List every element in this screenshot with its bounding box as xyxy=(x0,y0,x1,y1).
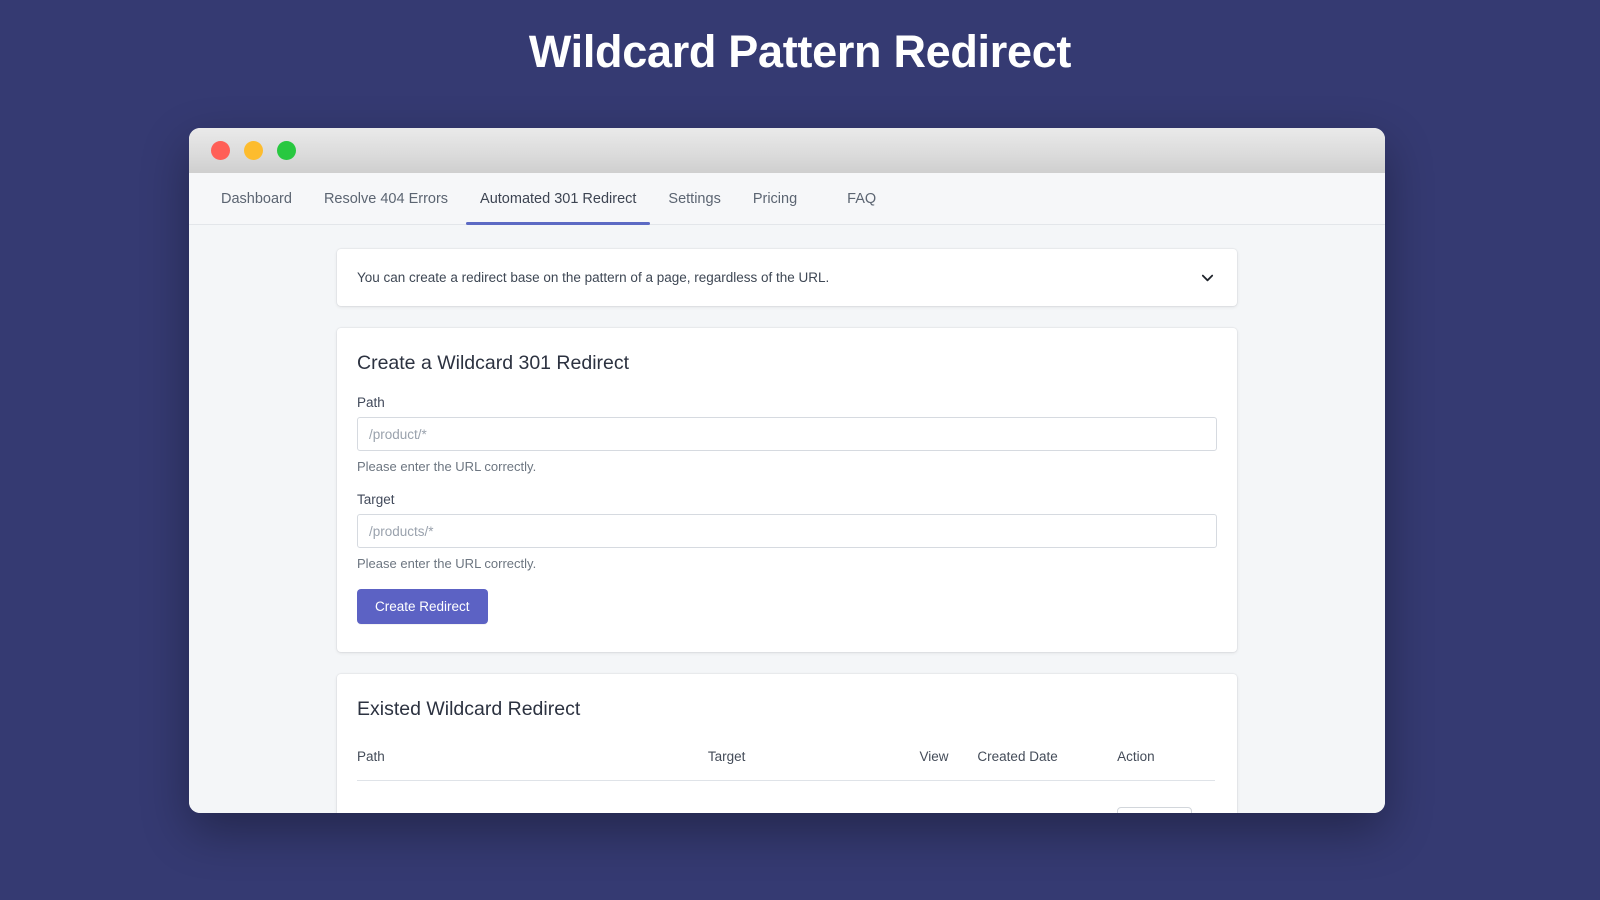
cell-path: /123/* xyxy=(357,781,708,814)
cell-view: 1 xyxy=(920,781,978,814)
tab-faq[interactable]: FAQ xyxy=(831,173,892,224)
info-banner-text: You can create a redirect base on the pa… xyxy=(357,270,830,285)
tab-resolve-404-errors[interactable]: Resolve 404 Errors xyxy=(308,173,464,224)
tab-label: Settings xyxy=(668,190,721,207)
column-header-view: View xyxy=(919,741,978,781)
create-redirect-card: Create a Wildcard 301 Redirect Path Plea… xyxy=(337,328,1237,652)
tab-pricing[interactable]: Pricing xyxy=(737,173,813,224)
delete-button[interactable]: Delete xyxy=(1117,807,1193,813)
chevron-down-icon[interactable] xyxy=(1200,270,1215,285)
column-header-path: Path xyxy=(357,741,708,781)
create-redirect-button[interactable]: Create Redirect xyxy=(357,589,488,624)
redirects-table: Path Target View Created Date Action /12… xyxy=(357,741,1215,813)
path-input[interactable] xyxy=(357,417,1217,451)
table-header-row: Path Target View Created Date Action xyxy=(357,741,1215,781)
maximize-window-button[interactable] xyxy=(277,141,296,160)
tab-label: Automated 301 Redirect xyxy=(480,190,637,207)
cell-target: https://www.baidu.com/ xyxy=(708,781,920,814)
existing-redirects-title: Existed Wildcard Redirect xyxy=(357,698,581,720)
column-header-action: Action xyxy=(1117,741,1215,781)
cell-action: Delete xyxy=(1117,781,1215,813)
page-content: You can create a redirect base on the pa… xyxy=(189,225,1385,813)
cell-created-date: 2021-05-25 17:58 xyxy=(977,781,1117,814)
tab-settings[interactable]: Settings xyxy=(652,173,736,224)
tab-dashboard[interactable]: Dashboard xyxy=(205,173,308,224)
close-window-button[interactable] xyxy=(211,141,230,160)
tab-label: Pricing xyxy=(752,190,798,207)
path-field-label: Path xyxy=(357,395,385,410)
tab-label: Dashboard xyxy=(221,190,292,207)
table-row: /123/* https://www.baidu.com/ 1 2021-05-… xyxy=(357,781,1215,814)
info-banner[interactable]: You can create a redirect base on the pa… xyxy=(337,249,1237,306)
existing-redirects-card: Existed Wildcard Redirect Path Target Vi… xyxy=(337,674,1237,813)
target-input[interactable] xyxy=(357,514,1217,548)
page-title: Wildcard Pattern Redirect xyxy=(528,26,1072,77)
target-helper-text: Please enter the URL correctly. xyxy=(357,556,537,571)
tab-label: FAQ xyxy=(847,190,877,207)
path-helper-text: Please enter the URL correctly. xyxy=(357,459,537,474)
browser-window: Dashboard Resolve 404 Errors Automated 3… xyxy=(189,128,1385,813)
create-redirect-title: Create a Wildcard 301 Redirect xyxy=(357,352,630,374)
column-header-created-date: Created Date xyxy=(977,741,1118,781)
tab-automated-301-redirect[interactable]: Automated 301 Redirect xyxy=(464,173,652,225)
window-titlebar xyxy=(189,128,1385,173)
tab-label: Resolve 404 Errors xyxy=(323,190,449,207)
target-field-label: Target xyxy=(357,492,395,507)
main-navigation: Dashboard Resolve 404 Errors Automated 3… xyxy=(189,173,1385,225)
minimize-window-button[interactable] xyxy=(244,141,263,160)
column-header-target: Target xyxy=(707,741,920,781)
